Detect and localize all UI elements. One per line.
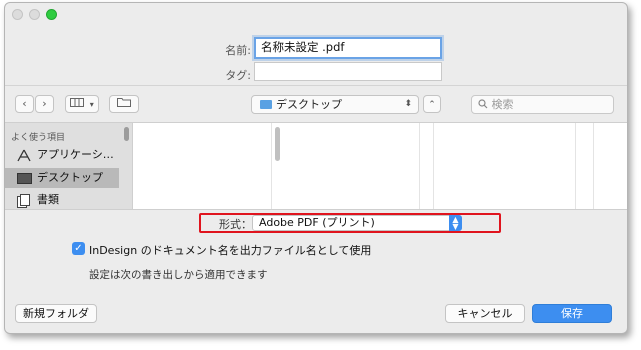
search-field[interactable]: 検索 <box>471 95 614 114</box>
search-icon <box>478 98 492 111</box>
applications-icon <box>17 149 31 169</box>
column-divider[interactable] <box>433 123 434 209</box>
forward-button[interactable]: › <box>35 95 54 113</box>
sidebar-item-label: アプリケーシ… <box>37 148 114 161</box>
use-document-name-checkbox[interactable]: ✓ <box>72 242 85 255</box>
filename-input[interactable]: 名称未設定 .pdf <box>254 37 442 59</box>
sidebar-scrollbar[interactable] <box>124 127 129 141</box>
sidebar: よく使う項目 アプリケーシ… デスクトップ 書類 <box>5 123 133 209</box>
location-popup[interactable]: デスクトップ ⬍ <box>251 95 419 114</box>
favorites-header: よく使う項目 <box>11 133 66 143</box>
tags-label: タグ: <box>225 69 251 82</box>
new-folder-toolbar-button[interactable] <box>109 95 139 113</box>
use-document-name-label: InDesign のドキュメント名を出力ファイル名として使用 <box>89 244 372 257</box>
column-divider[interactable] <box>271 123 272 209</box>
column-view-icon <box>70 97 88 110</box>
sidebar-item-label: デスクトップ <box>37 171 103 184</box>
folder-icon <box>117 97 131 110</box>
settings-note: 設定は次の書き出しから適用できます <box>89 269 268 281</box>
file-browser: よく使う項目 アプリケーシ… デスクトップ 書類 <box>5 122 627 210</box>
titlebar <box>5 3 627 25</box>
column-divider[interactable] <box>419 123 420 209</box>
sidebar-item-documents[interactable]: 書類 <box>5 190 119 210</box>
chevron-down-icon: ▾ <box>89 100 94 109</box>
desktop-icon <box>17 172 32 192</box>
view-mode-button[interactable]: ▾ <box>65 95 99 113</box>
search-placeholder: 検索 <box>491 98 514 111</box>
minimize-window-button[interactable] <box>29 9 40 20</box>
save-dialog-window: 名前: 名称未設定 .pdf タグ: ‹ › ▾ デスクトップ ⬍ ⌃ 検索 よ… <box>4 2 628 334</box>
format-value: Adobe PDF (プリント) <box>259 216 375 229</box>
collapse-button[interactable]: ⌃ <box>423 95 441 113</box>
column-scrollbar[interactable] <box>275 127 280 161</box>
location-label: デスクトップ <box>276 98 342 111</box>
documents-icon <box>17 194 30 215</box>
format-popup[interactable]: Adobe PDF (プリント) ▲ ▼ <box>252 215 462 231</box>
sidebar-item-label: 書類 <box>37 193 59 206</box>
column-divider[interactable] <box>575 123 576 209</box>
back-button[interactable]: ‹ <box>15 95 34 113</box>
updown-arrows-icon: ▲ ▼ <box>449 215 462 231</box>
sidebar-item-desktop[interactable]: デスクトップ <box>5 168 119 188</box>
sidebar-item-applications[interactable]: アプリケーシ… <box>5 145 119 165</box>
chevron-left-icon: ‹ <box>22 97 27 110</box>
checkmark-icon: ✓ <box>74 243 83 254</box>
updown-arrows-icon: ⬍ <box>404 99 412 109</box>
close-window-button[interactable] <box>12 9 23 20</box>
toolbar-divider <box>5 85 627 86</box>
name-label: 名前: <box>225 44 251 57</box>
column-divider[interactable] <box>593 123 594 209</box>
save-button[interactable]: 保存 <box>532 304 612 323</box>
new-folder-button[interactable]: 新規フォルダ <box>15 304 97 323</box>
chevron-up-icon: ⌃ <box>428 100 436 110</box>
tags-input[interactable] <box>254 62 442 81</box>
zoom-window-button[interactable] <box>46 9 57 20</box>
format-label: 形式： <box>219 218 252 231</box>
cancel-button[interactable]: キャンセル <box>445 304 525 323</box>
desktop-folder-icon <box>260 100 272 109</box>
chevron-right-icon: › <box>42 97 47 110</box>
